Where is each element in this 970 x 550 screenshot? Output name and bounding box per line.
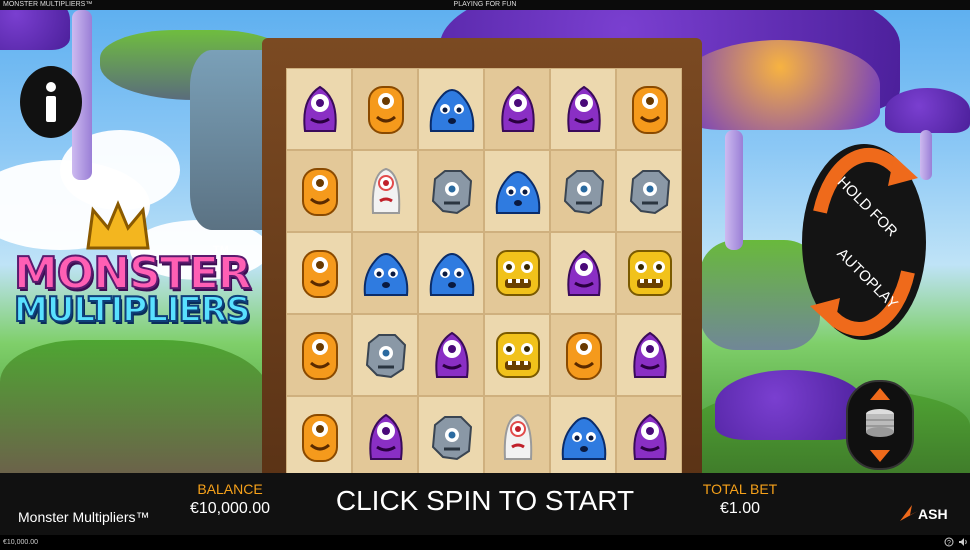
reel-cell — [418, 396, 484, 473]
trademark-label: TM — [213, 244, 229, 256]
blue-blob-icon — [427, 81, 477, 137]
white-ghost-icon — [361, 163, 411, 219]
reel-board — [262, 38, 702, 473]
reel-cell — [484, 68, 550, 150]
grey-rock-icon — [361, 327, 411, 383]
reel-cell — [550, 396, 616, 473]
status-bar: €10,000.00 ? — [0, 535, 970, 550]
reel-cell — [286, 150, 352, 232]
blue-blob-icon — [559, 409, 609, 465]
yellow-square-icon — [493, 245, 543, 301]
reel-cell — [616, 396, 682, 473]
reel-cell — [484, 396, 550, 473]
purple-cyclops-icon — [559, 245, 609, 301]
orange-cyclops-icon — [361, 81, 411, 137]
reel-cell — [418, 150, 484, 232]
game-logo: MONSTER MULTIPLIERS TM — [8, 200, 253, 340]
reel-cell — [352, 232, 418, 314]
play-mode-label: PLAYING FOR FUN — [453, 1, 517, 8]
reel-cell — [550, 232, 616, 314]
reel-cell — [616, 314, 682, 396]
orange-cyclops-icon — [625, 81, 675, 137]
grey-rock-icon — [427, 409, 477, 465]
reel-cell — [550, 314, 616, 396]
balance-label: BALANCE — [197, 481, 263, 497]
reel-cell — [352, 150, 418, 232]
reel-cell — [286, 396, 352, 473]
svg-text:?: ? — [947, 540, 951, 547]
reel-cell — [352, 396, 418, 473]
reel-cell — [352, 68, 418, 150]
reel-cell — [550, 68, 616, 150]
orange-cyclops-icon — [295, 327, 345, 383]
yellow-square-icon — [493, 327, 543, 383]
total-bet-label: TOTAL BET — [702, 481, 778, 497]
reel-cell — [352, 314, 418, 396]
purple-cyclops-icon — [559, 81, 609, 137]
orange-cyclops-icon — [295, 163, 345, 219]
svg-text:ASH: ASH — [918, 506, 948, 522]
purple-cyclops-icon — [625, 409, 675, 465]
logo-line-multipliers: MULTIPLIERS — [13, 289, 251, 331]
info-icon — [46, 82, 56, 122]
hold-for-autoplay-button[interactable]: HOLD FOR AUTOPLAY — [800, 142, 928, 342]
yellow-square-icon — [625, 245, 675, 301]
reel-cell — [616, 150, 682, 232]
reel-cell — [616, 68, 682, 150]
blue-blob-icon — [493, 163, 543, 219]
reel-cell — [484, 232, 550, 314]
blue-blob-icon — [361, 245, 411, 301]
purple-cyclops-icon — [295, 81, 345, 137]
blue-blob-icon — [427, 245, 477, 301]
reel-cell — [418, 68, 484, 150]
reel-cell — [418, 232, 484, 314]
purple-cyclops-icon — [493, 81, 543, 137]
status-message: CLICK SPIN TO START — [335, 485, 635, 516]
orange-cyclops-icon — [559, 327, 609, 383]
white-ghost-icon — [493, 409, 543, 465]
purple-cyclops-icon — [361, 409, 411, 465]
reel-grid — [286, 68, 682, 473]
purple-cyclops-icon — [625, 327, 675, 383]
reel-cell — [484, 314, 550, 396]
grey-rock-icon — [427, 163, 477, 219]
bet-up-icon — [870, 388, 890, 400]
total-bet-value: €1.00 — [719, 500, 761, 517]
orange-cyclops-icon — [295, 409, 345, 465]
orange-cyclops-icon — [295, 245, 345, 301]
brand-logo: ASH — [898, 501, 958, 525]
bet-down-icon — [870, 450, 890, 462]
game-name: Monster Multipliers™ — [18, 509, 150, 525]
top-bar: MONSTER MULTIPLIERS™ PLAYING FOR FUN — [0, 0, 970, 10]
reel-cell — [550, 150, 616, 232]
coin-stack-icon — [866, 388, 894, 462]
grey-rock-icon — [625, 163, 675, 219]
reel-cell — [418, 314, 484, 396]
reel-cell — [286, 314, 352, 396]
reel-cell — [616, 232, 682, 314]
purple-cyclops-icon — [427, 327, 477, 383]
game-scene: MONSTER MULTIPLIERS TM HOLD FOR AUTOPLAY — [0, 10, 970, 473]
help-icon[interactable]: ? — [944, 537, 954, 547]
crown-icon — [86, 200, 150, 250]
grey-rock-icon — [559, 163, 609, 219]
bottom-bar: Monster Multipliers™ BALANCE €10,000.00 … — [0, 473, 970, 535]
status-balance: €10,000.00 — [3, 539, 39, 546]
reel-cell — [286, 232, 352, 314]
info-button[interactable] — [20, 66, 82, 138]
balance-value: €10,000.00 — [189, 500, 271, 517]
sound-icon[interactable] — [958, 537, 968, 547]
reel-cell — [286, 68, 352, 150]
reel-cell — [484, 150, 550, 232]
bet-selector-button[interactable] — [846, 380, 914, 470]
